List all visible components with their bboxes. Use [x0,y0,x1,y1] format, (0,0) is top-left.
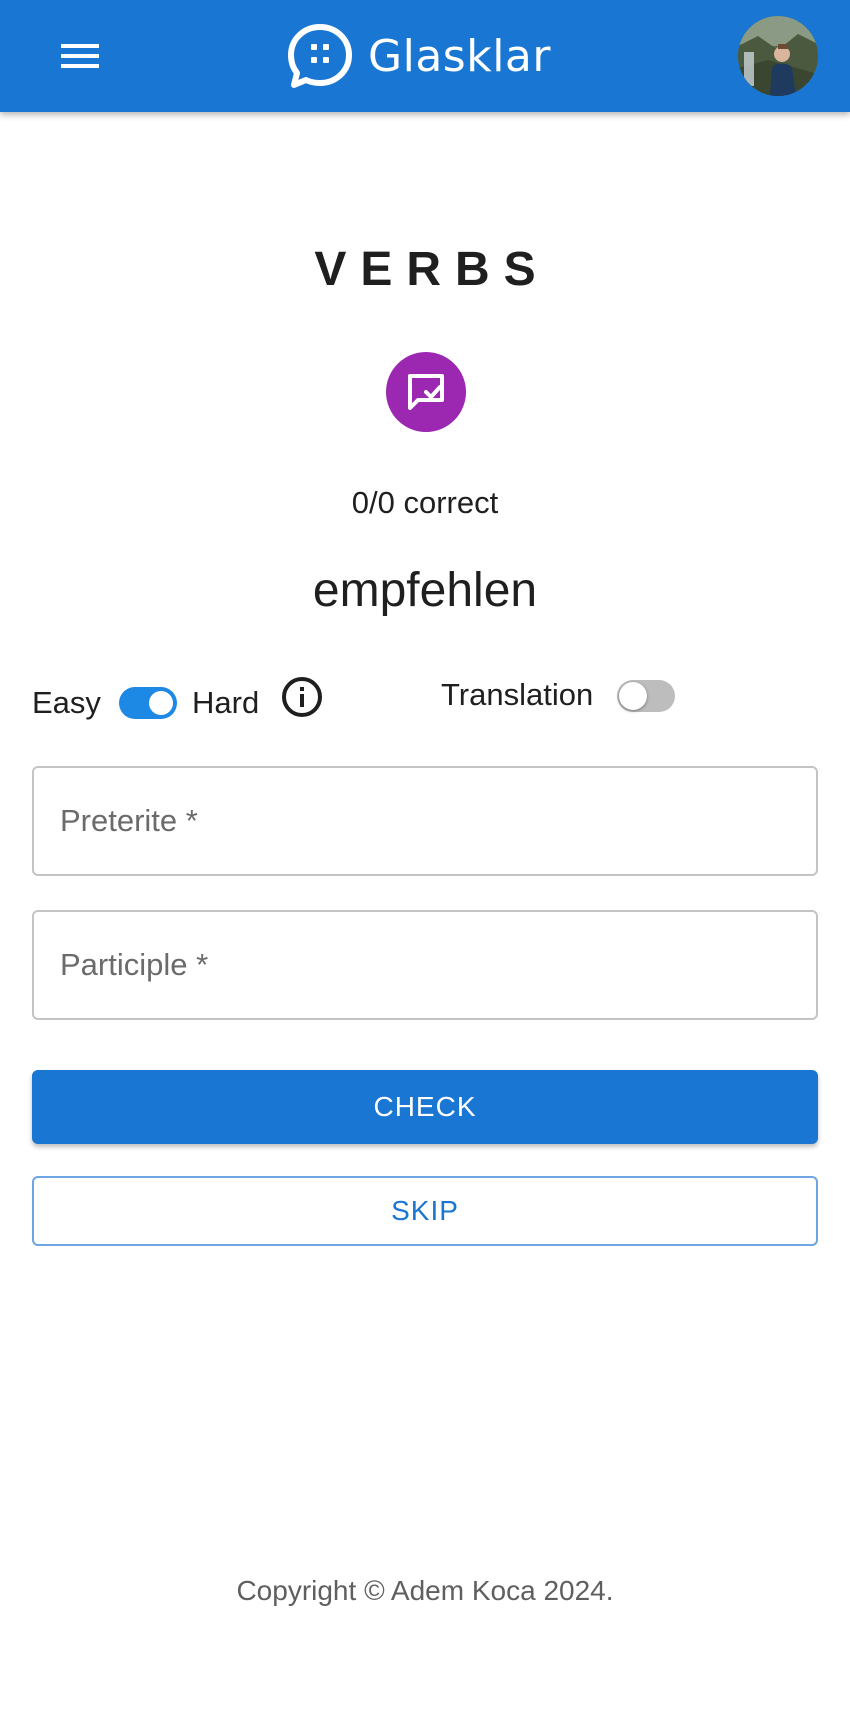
check-button[interactable]: CHECK [32,1070,818,1144]
difficulty-toggle[interactable] [119,687,177,719]
hard-label: Hard [192,685,260,720]
info-button[interactable] [280,675,324,719]
menu-button[interactable] [55,36,105,76]
brand-logo[interactable]: Glasklar [286,18,551,94]
score-counter: 0/0 correct [351,485,499,520]
brand-name: Glasklar [368,30,551,82]
copyright-footer: Copyright © Adem Koca 2024. [236,1575,614,1606]
participle-field [32,910,818,1020]
chat-bubble-logo-icon [288,24,352,88]
translation-label: Translation [441,677,594,712]
avatar[interactable] [738,16,818,96]
preterite-input[interactable] [34,768,816,874]
message-check-icon [408,374,444,410]
difficulty-toggle-knob [149,691,173,715]
user-avatar-photo [738,16,818,96]
menu-icon [61,44,99,68]
translation-toggle[interactable] [617,680,675,712]
skip-button[interactable]: SKIP [32,1176,818,1246]
page-title: VERBS [314,243,550,296]
exercise-badge [386,352,466,432]
translation-toggle-knob [619,682,647,710]
info-icon [282,677,322,717]
preterite-field [32,766,818,876]
verb-prompt: empfehlen [312,564,538,617]
easy-label: Easy [32,685,101,720]
participle-input[interactable] [34,912,816,1018]
app-bar: Glasklar [0,0,850,112]
